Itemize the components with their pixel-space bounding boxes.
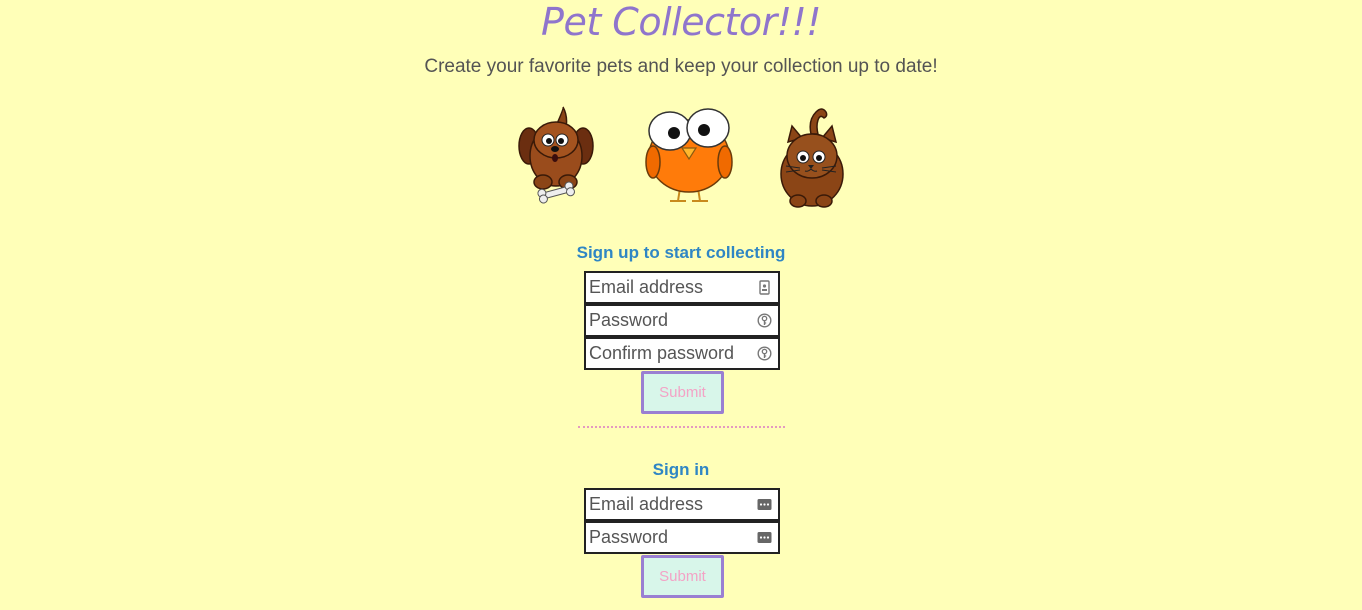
password-manager-icon[interactable]: [757, 497, 772, 512]
contact-card-icon[interactable]: [757, 280, 772, 295]
signin-password-field[interactable]: [584, 521, 780, 554]
signup-email-input[interactable]: [586, 273, 755, 302]
signup-heading: Sign up to start collecting: [576, 243, 786, 262]
signup-confirm-password-field[interactable]: [584, 337, 780, 370]
page-title: Pet Collector!!!: [541, 0, 821, 44]
key-icon[interactable]: [757, 313, 772, 328]
signup-email-field[interactable]: [584, 271, 780, 304]
key-icon[interactable]: [757, 346, 772, 361]
signup-password-field[interactable]: [584, 304, 780, 337]
password-manager-icon[interactable]: [757, 530, 772, 545]
signup-confirm-password-input[interactable]: [586, 339, 755, 368]
signin-email-input[interactable]: [586, 490, 755, 519]
pet-images: [0, 104, 1362, 210]
signup-submit-button[interactable]: Submit: [641, 371, 724, 414]
page: Pet Collector!!! Create your favorite pe…: [0, 0, 1362, 610]
signin-email-field[interactable]: [584, 488, 780, 521]
signin-submit-button[interactable]: Submit: [641, 555, 724, 598]
signin-password-input[interactable]: [586, 523, 755, 552]
cat-image: [778, 104, 848, 208]
bird-image: [644, 104, 734, 208]
signin-heading: Sign in: [652, 460, 710, 479]
section-divider: [578, 426, 785, 428]
dog-image: [516, 104, 596, 208]
signup-password-input[interactable]: [586, 306, 755, 335]
page-subtitle: Create your favorite pets and keep your …: [424, 56, 938, 77]
